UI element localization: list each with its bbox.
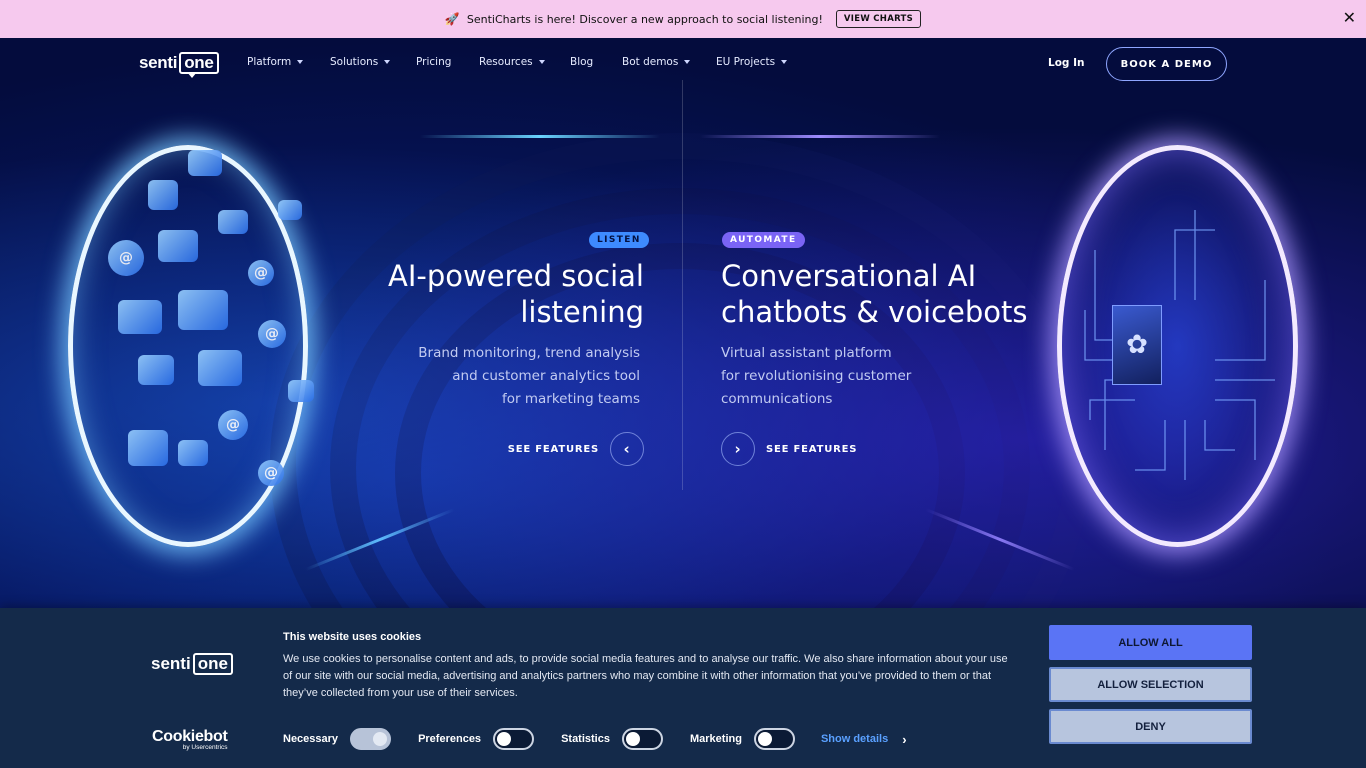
show-details-link[interactable]: Show details › bbox=[821, 732, 907, 747]
statistics-toggle-group: Statistics bbox=[561, 728, 663, 750]
nav-item-bot-demos[interactable]: Bot demos bbox=[622, 56, 716, 68]
sentione-logo: senti one bbox=[151, 653, 233, 675]
chevron-down-icon bbox=[297, 60, 304, 64]
hero-divider bbox=[682, 80, 683, 490]
cookie-text: We use cookies to personalise content an… bbox=[283, 653, 1008, 699]
login-link[interactable]: Log In bbox=[1048, 57, 1084, 69]
chevron-right-icon: › bbox=[902, 731, 907, 747]
cookiebot-logo[interactable]: Cookiebot by Usercentrics bbox=[152, 728, 228, 751]
listening-description: Brand monitoring, trend analysis and cus… bbox=[418, 345, 640, 407]
statistics-switch[interactable] bbox=[621, 728, 663, 750]
marketing-toggle-group: Marketing bbox=[690, 728, 795, 750]
marketing-switch[interactable] bbox=[753, 728, 795, 750]
light-strip bbox=[305, 508, 455, 571]
chevron-down-icon bbox=[781, 60, 788, 64]
light-strip bbox=[420, 135, 660, 138]
book-demo-button[interactable]: BOOK A DEMO bbox=[1106, 47, 1227, 81]
close-icon[interactable]: ✕ bbox=[1343, 10, 1356, 26]
necessary-switch[interactable] bbox=[350, 728, 392, 750]
preferences-toggle-group: Preferences bbox=[418, 728, 535, 750]
chatbots-heading: Conversational AI chatbots & voicebots bbox=[721, 259, 1028, 329]
chatbots-description: Virtual assistant platform for revolutio… bbox=[721, 345, 912, 407]
view-charts-button[interactable]: VIEW CHARTS bbox=[835, 10, 922, 28]
nav-item-solutions[interactable]: Solutions bbox=[330, 56, 416, 68]
nav-item-pricing[interactable]: Pricing bbox=[416, 56, 479, 68]
chevron-down-icon bbox=[538, 60, 545, 64]
chevron-right-icon[interactable]: › bbox=[721, 432, 755, 466]
necessary-toggle-group: Necessary bbox=[283, 728, 392, 750]
chevron-left-icon[interactable]: ‹ bbox=[610, 432, 644, 466]
allow-selection-button[interactable]: ALLOW SELECTION bbox=[1049, 667, 1252, 702]
cookie-banner: senti one Cookiebot by Usercentrics This … bbox=[0, 608, 1366, 768]
nav-item-blog[interactable]: Blog bbox=[570, 56, 622, 68]
cookie-title: This website uses cookies bbox=[283, 631, 422, 643]
automate-tag: AUTOMATE bbox=[722, 232, 805, 248]
listen-tag: LISTEN bbox=[589, 232, 649, 248]
nav-item-eu-projects[interactable]: EU Projects bbox=[716, 56, 788, 68]
allow-all-button[interactable]: ALLOW ALL bbox=[1049, 625, 1252, 660]
social-bubbles-image: @ @ @ @ @ bbox=[78, 140, 328, 500]
light-strip bbox=[925, 508, 1075, 571]
ai-chip-icon: ✿ bbox=[1112, 305, 1162, 385]
chevron-down-icon bbox=[384, 60, 391, 64]
cookie-toggles: Necessary Preferences Statistics Marketi… bbox=[283, 728, 907, 750]
chatbots-see-features-link[interactable]: › SEE FEATURES bbox=[721, 432, 857, 466]
sentione-logo[interactable]: senti one bbox=[139, 52, 219, 78]
main-nav: senti one Platform Solutions Pricing Reso… bbox=[0, 38, 1366, 88]
preferences-switch[interactable] bbox=[493, 728, 535, 750]
light-strip bbox=[700, 135, 940, 138]
announcement-text: SentiCharts is here! Discover a new appr… bbox=[466, 12, 823, 26]
rocket-icon: 🚀 bbox=[444, 12, 460, 26]
nav-item-platform[interactable]: Platform bbox=[247, 56, 330, 68]
nav-item-resources[interactable]: Resources bbox=[479, 56, 570, 68]
deny-button[interactable]: DENY bbox=[1049, 709, 1252, 744]
announcement-bar: 🚀 SentiCharts is here! Discover a new ap… bbox=[0, 0, 1366, 38]
circuit-lines-image bbox=[1084, 210, 1275, 480]
chevron-down-icon bbox=[684, 60, 691, 64]
listening-see-features-link[interactable]: SEE FEATURES ‹ bbox=[508, 432, 644, 466]
nav-menu: Platform Solutions Pricing Resources Blo… bbox=[247, 56, 788, 68]
listening-heading: AI-powered social listening bbox=[387, 259, 644, 329]
